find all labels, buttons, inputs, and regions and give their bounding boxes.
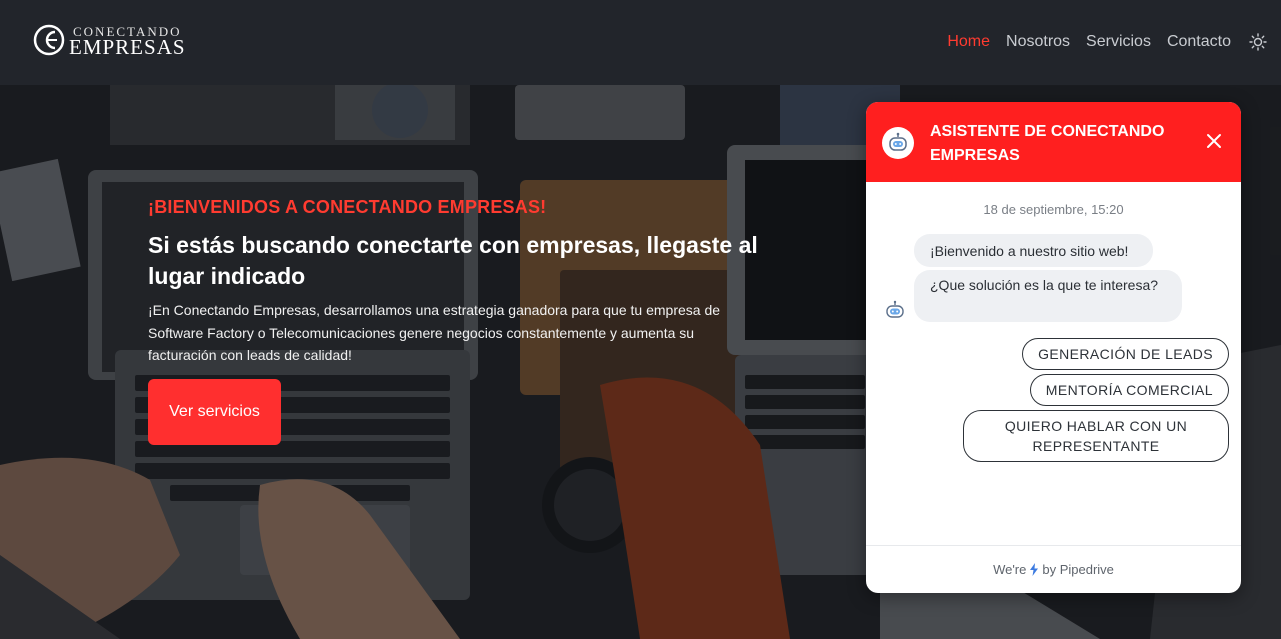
lightning-icon [1030, 563, 1039, 576]
nav-nosotros[interactable]: Nosotros [1006, 33, 1070, 51]
nav-home[interactable]: Home [947, 33, 990, 51]
ver-servicios-button[interactable]: Ver servicios [148, 379, 281, 445]
bot-message: ¿Que solución es la que te interesa? [914, 270, 1182, 322]
chat-header: ASISTENTE DE CONECTANDO EMPRESAS [866, 102, 1241, 182]
hero-kicker: ¡BIENVENIDOS A CONECTANDO EMPRESAS! [148, 197, 547, 217]
close-icon[interactable] [1205, 132, 1223, 150]
option-generacion-de-leads[interactable]: GENERACIÓN DE LEADS [1022, 338, 1229, 370]
nav-contacto[interactable]: Contacto [1167, 33, 1231, 51]
logo-mark-icon [33, 24, 65, 56]
hero-title: Si estás buscando conectarte con empresa… [148, 232, 758, 289]
logo[interactable]: CONECTANDO EMPRESAS [33, 18, 213, 62]
chat-timestamp: 18 de septiembre, 15:20 [983, 202, 1124, 217]
robot-icon [889, 132, 907, 151]
option-hablar-representante[interactable]: QUIERO HABLAR CON UN REPRESENTANTE [963, 410, 1229, 462]
hero-description: ¡En Conectando Empresas, desarrollamos u… [148, 302, 721, 363]
footer-prefix: We're [993, 562, 1027, 577]
robot-icon [886, 300, 904, 318]
logo-text-bottom: EMPRESAS [69, 35, 186, 59]
hero-content: ¡BIENVENIDOS A CONECTANDO EMPRESAS! Si e… [148, 197, 758, 445]
chat-title: ASISTENTE DE CONECTANDO EMPRESAS [930, 123, 1165, 164]
nav-servicios[interactable]: Servicios [1086, 33, 1151, 51]
option-mentoria-comercial[interactable]: MENTORÍA COMERCIAL [1029, 374, 1229, 406]
bot-avatar [882, 127, 914, 159]
bot-message: ¡Bienvenido a nuestro sitio web! [914, 234, 1153, 267]
footer-suffix: by Pipedrive [1042, 562, 1114, 577]
sun-icon[interactable] [1249, 33, 1267, 51]
chat-widget: ASISTENTE DE CONECTANDO EMPRESAS 18 de s… [866, 102, 1241, 593]
main-nav: Home Nosotros Servicios Contacto [947, 30, 1271, 54]
site-header: CONECTANDO EMPRESAS Home Nosotros Servic… [0, 0, 1281, 85]
chat-footer[interactable]: We're by Pipedrive [866, 545, 1241, 593]
